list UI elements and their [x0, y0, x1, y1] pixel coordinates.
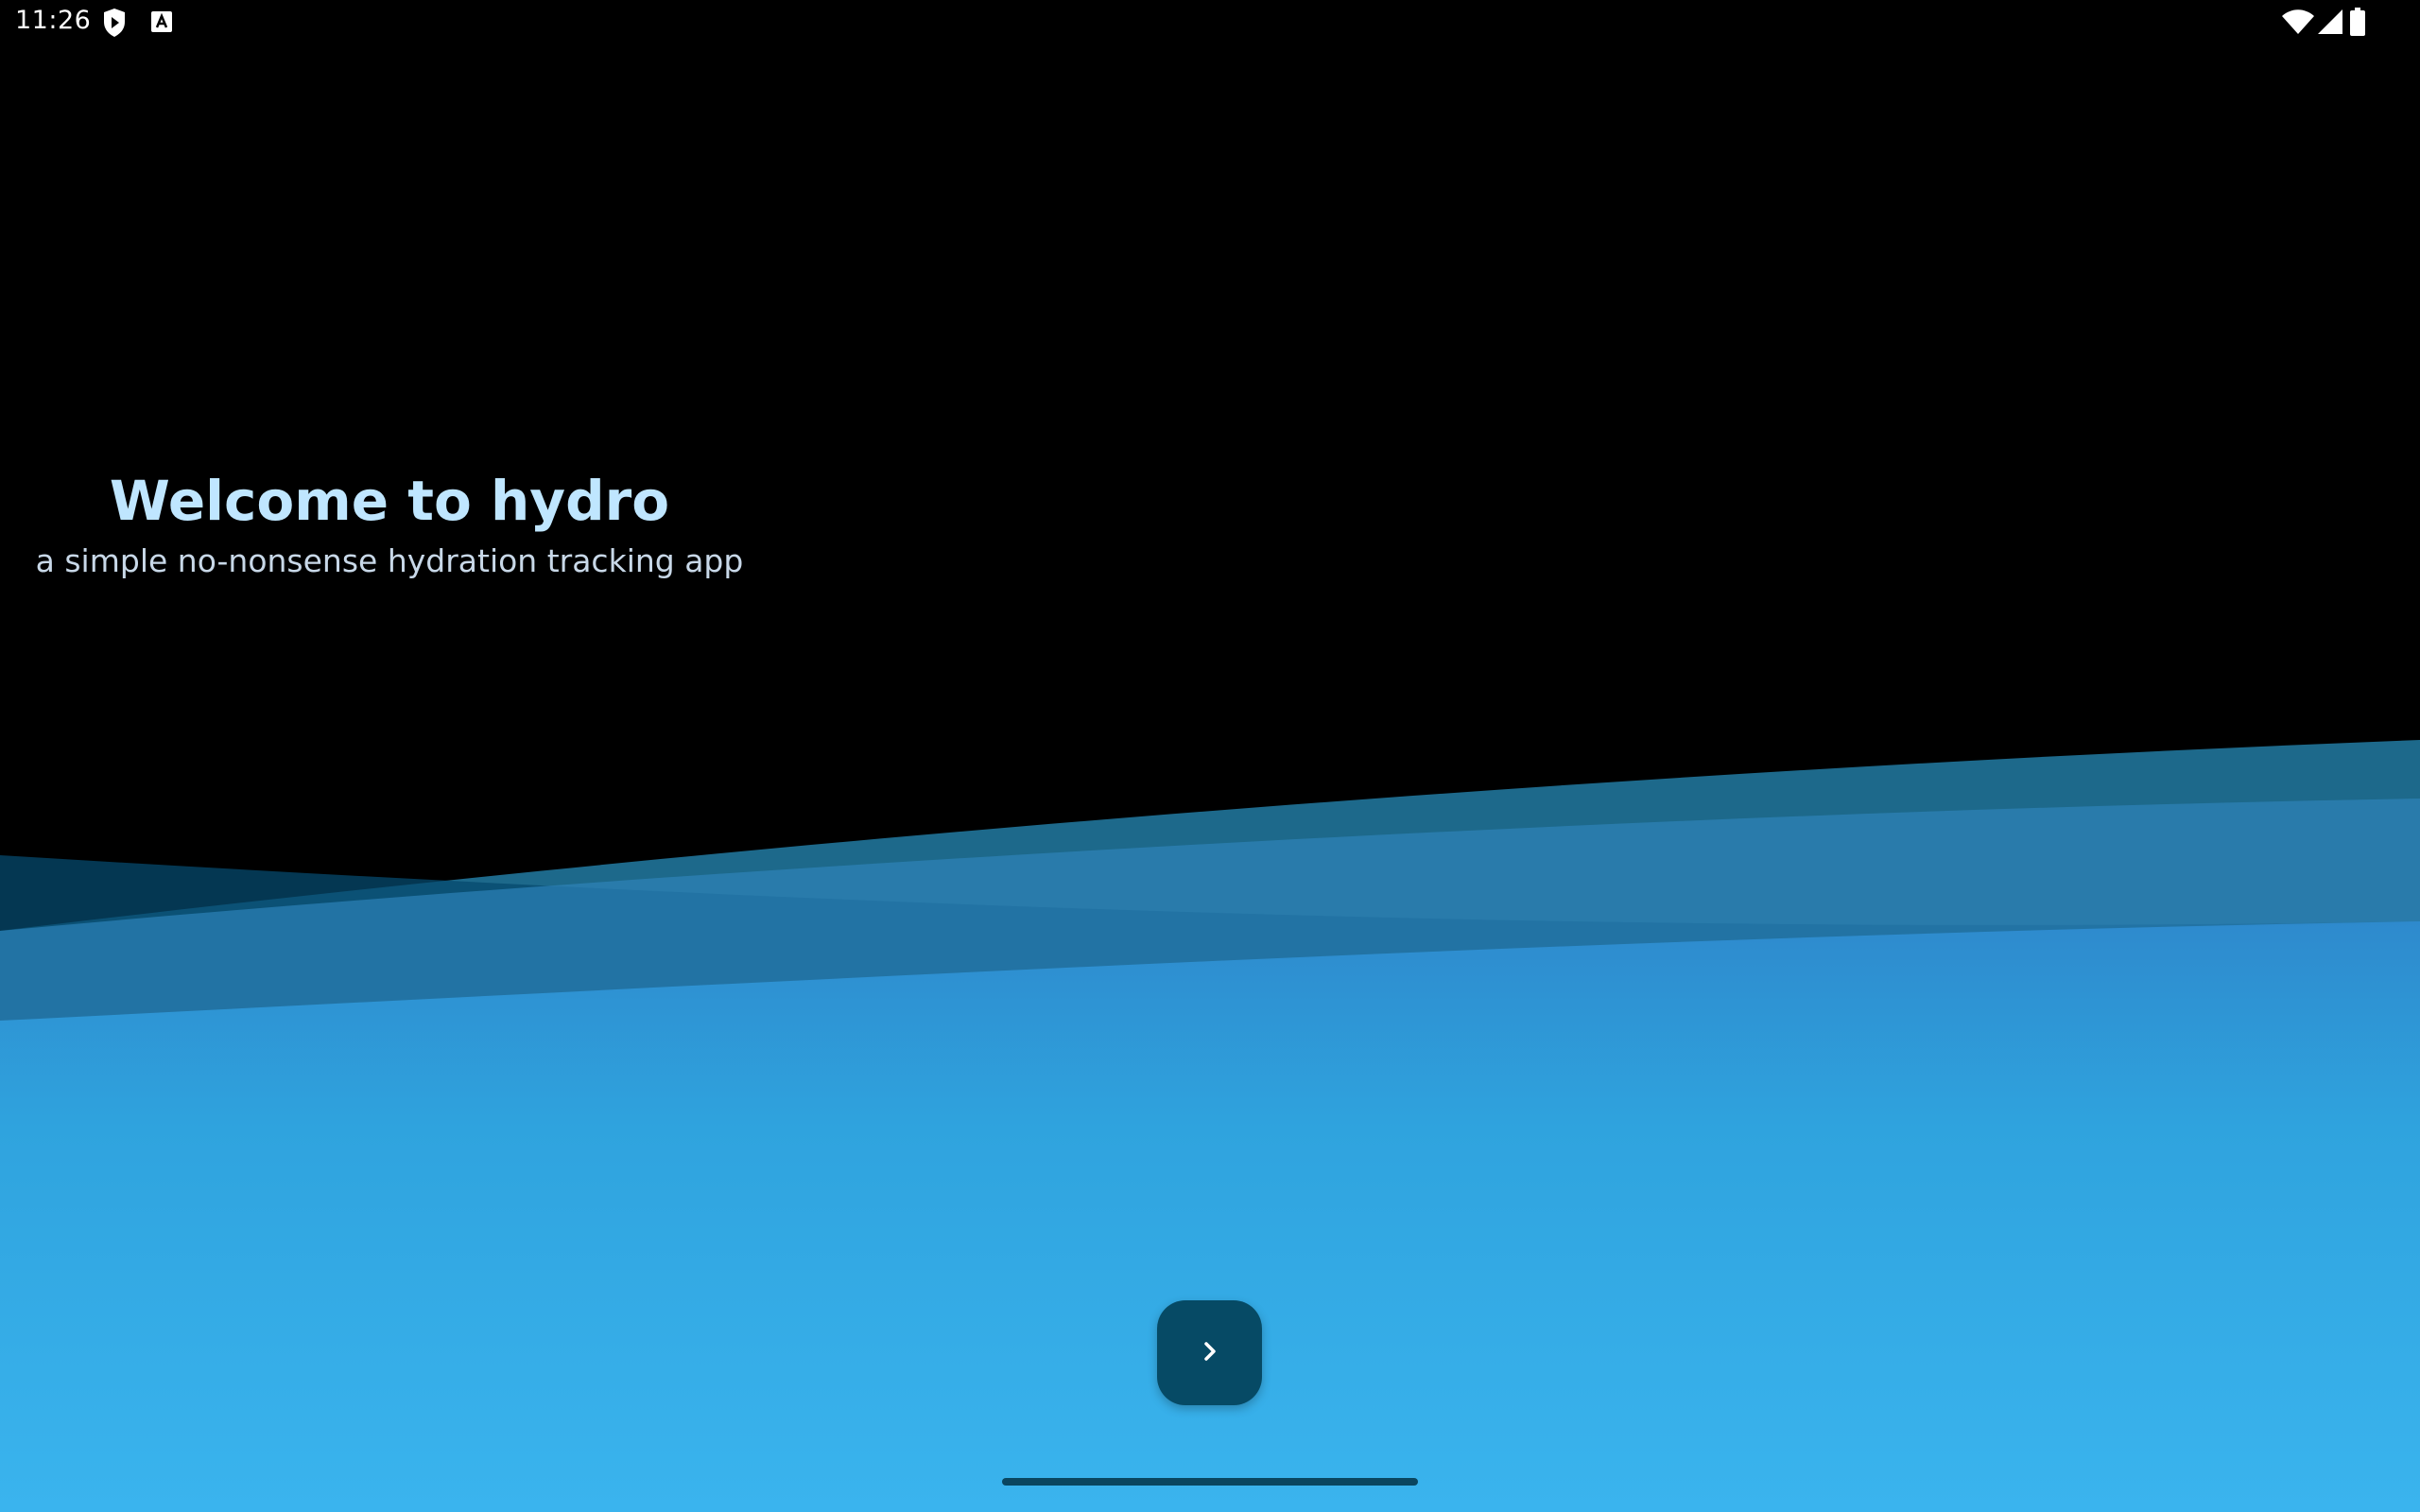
gesture-nav-handle[interactable]: [1002, 1478, 1418, 1486]
signal-icon: [2318, 9, 2342, 38]
welcome-subtitle: a simple no-nonsense hydration tracking …: [35, 542, 744, 579]
chevron-right-icon: [1196, 1337, 1224, 1369]
water-body: [0, 921, 2420, 1512]
wifi-icon: [2282, 9, 2314, 38]
status-bar: 11:26: [0, 0, 2420, 47]
water-waves-background: [0, 740, 2420, 1512]
status-time: 11:26: [15, 6, 92, 35]
shield-play-icon: [102, 8, 127, 42]
next-button[interactable]: [1157, 1300, 1262, 1405]
welcome-title: Welcome to hydro: [109, 469, 670, 533]
font-a-icon: [151, 11, 172, 36]
battery-icon: [2350, 8, 2365, 40]
onboarding-screen: 11:26 Welcome to hydro a simple no-nonse…: [0, 0, 2420, 1512]
